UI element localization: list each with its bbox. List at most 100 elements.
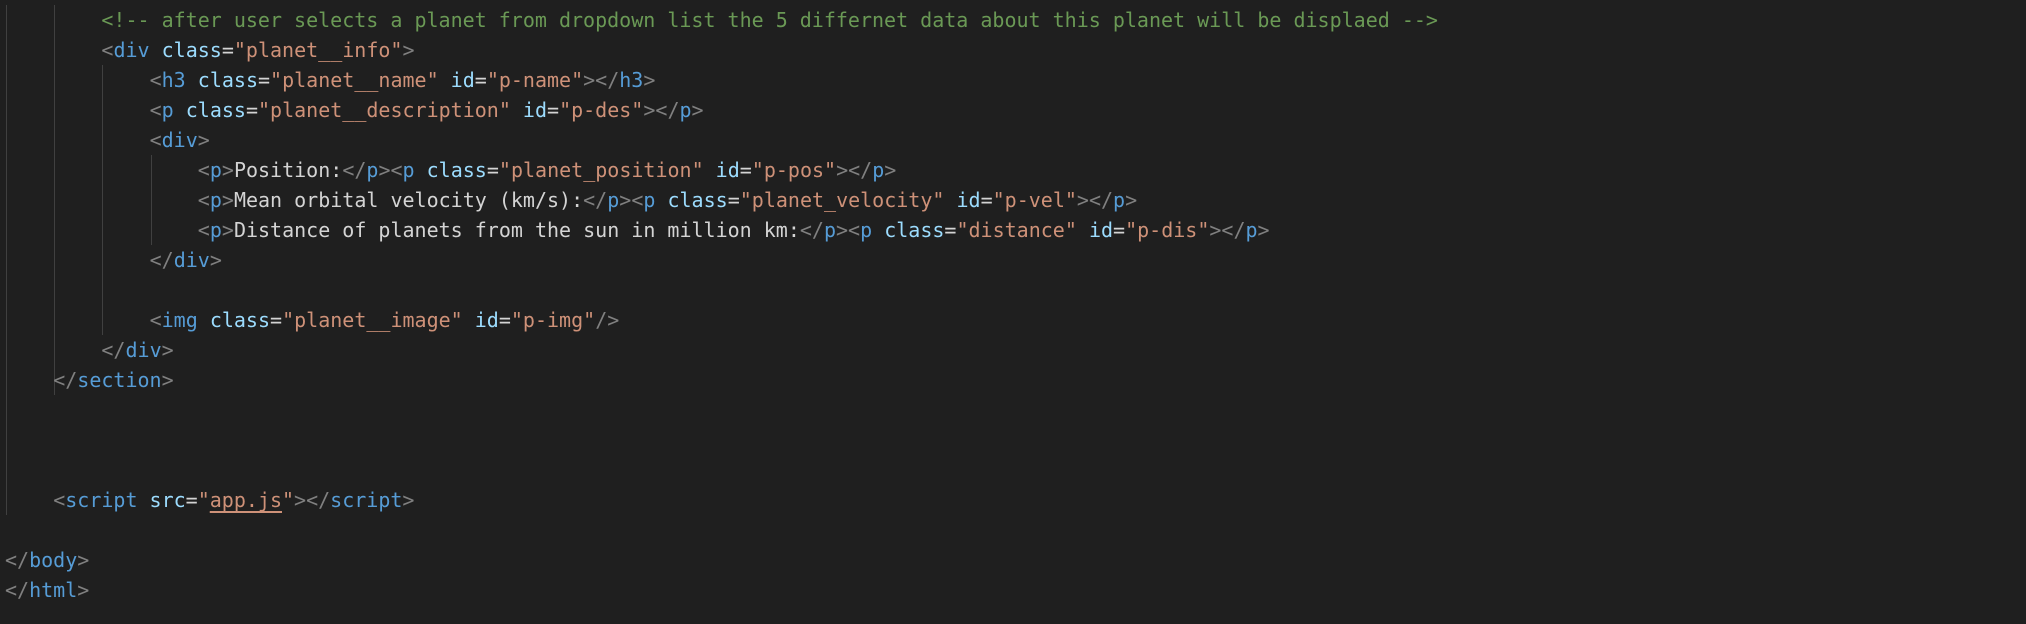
code-token: class <box>185 98 246 122</box>
code-token: > <box>209 248 222 272</box>
code-token: "planet__info" <box>233 38 403 62</box>
code-token: div <box>113 38 150 62</box>
code-token: Position: <box>233 158 343 182</box>
code-token: p <box>872 158 885 182</box>
code-token: class <box>161 38 222 62</box>
code-token: = <box>474 68 487 92</box>
code-token: id <box>450 68 475 92</box>
code-line[interactable]: <p>Position:</p><p class="planet_positio… <box>198 155 897 185</box>
code-token: Distance of planets from the sun in mill… <box>233 218 800 242</box>
code-token: script <box>330 488 403 512</box>
code-token: < <box>197 158 210 182</box>
code-token: > <box>643 68 656 92</box>
code-line[interactable]: <script src="app.js"></script> <box>53 485 414 515</box>
code-token: </ <box>53 368 78 392</box>
code-token: = <box>739 158 752 182</box>
code-line[interactable]: </section> <box>53 365 173 395</box>
code-token: ></ <box>1076 188 1114 212</box>
code-token: = <box>944 218 957 242</box>
code-token: </ <box>342 158 367 182</box>
code-token: id <box>522 98 548 122</box>
code-token: "distance" <box>956 218 1077 242</box>
code-token: >< <box>836 218 861 242</box>
code-token: p <box>209 218 222 242</box>
code-line[interactable]: <div class="planet__info"> <box>101 35 414 65</box>
code-line[interactable]: </div> <box>150 245 222 275</box>
code-token: </ <box>149 248 174 272</box>
code-token: div <box>173 248 210 272</box>
code-line[interactable]: </body> <box>5 545 89 575</box>
code-token: id <box>715 158 740 182</box>
code-token: < <box>149 98 162 122</box>
code-token: = <box>498 308 511 332</box>
code-token: "p-des" <box>559 98 644 122</box>
code-line[interactable]: </div> <box>101 335 173 365</box>
indent-guide <box>54 5 56 395</box>
code-token: class <box>197 68 258 92</box>
code-line[interactable]: <p>Mean orbital velocity (km/s):</p><p c… <box>198 185 1137 215</box>
code-token: div <box>161 128 198 152</box>
code-line[interactable]: <h3 class="planet__name" id="p-name"></h… <box>150 65 656 95</box>
code-token: < <box>197 188 210 212</box>
code-token: ></ <box>643 98 680 122</box>
code-token: ></ <box>836 158 873 182</box>
code-token: > <box>221 158 234 182</box>
code-token: p <box>679 98 692 122</box>
code-token: > <box>221 218 234 242</box>
code-token: = <box>221 38 234 62</box>
code-editor[interactable]: <!-- after user selects a planet from dr… <box>0 0 2026 624</box>
code-token: /> <box>595 308 620 332</box>
code-token: <!-- after user selects a planet from dr… <box>101 8 1438 32</box>
code-token: > <box>77 578 90 602</box>
file-link[interactable]: app.js <box>210 488 282 512</box>
code-token: = <box>727 188 740 212</box>
code-line[interactable]: <p class="planet__description" id="p-des… <box>150 95 704 125</box>
code-token: > <box>77 548 90 572</box>
code-token: "p-name" <box>486 68 584 92</box>
code-token: >< <box>619 188 644 212</box>
code-token: > <box>402 488 415 512</box>
code-token: > <box>884 158 897 182</box>
code-token: class <box>209 308 271 332</box>
code-line[interactable]: <div> <box>150 125 210 155</box>
code-token: p <box>860 218 873 242</box>
code-token: < <box>53 488 66 512</box>
code-token: p <box>643 188 656 212</box>
code-token: </ <box>5 578 30 602</box>
code-token: > <box>221 188 234 212</box>
code-line[interactable]: <p>Distance of planets from the sun in m… <box>198 215 1270 245</box>
code-token: = <box>1113 218 1126 242</box>
code-token: </ <box>101 338 126 362</box>
code-token: p <box>209 158 222 182</box>
code-token: p <box>1113 188 1126 212</box>
code-token: = <box>258 68 271 92</box>
code-token: = <box>980 188 993 212</box>
code-token: p <box>209 188 222 212</box>
code-token: ></ <box>583 68 620 92</box>
code-token: id <box>1088 218 1114 242</box>
code-token: h3 <box>619 68 644 92</box>
code-line[interactable]: </html> <box>5 575 89 605</box>
code-token: < <box>149 308 162 332</box>
code-token: = <box>245 98 258 122</box>
code-token: p <box>366 158 379 182</box>
code-token: > <box>402 38 415 62</box>
code-line[interactable]: <img class="planet__image" id="p-img"/> <box>150 305 620 335</box>
code-token: = <box>270 308 283 332</box>
code-token: = <box>486 158 499 182</box>
code-line[interactable]: <!-- after user selects a planet from dr… <box>101 5 1438 35</box>
code-token: "planet__image" <box>282 308 463 332</box>
code-token: = <box>185 488 198 512</box>
code-token: " <box>197 488 210 512</box>
code-token: p <box>1245 218 1258 242</box>
code-token: id <box>956 188 981 212</box>
code-token: src <box>149 488 186 512</box>
code-token: img <box>161 308 198 332</box>
